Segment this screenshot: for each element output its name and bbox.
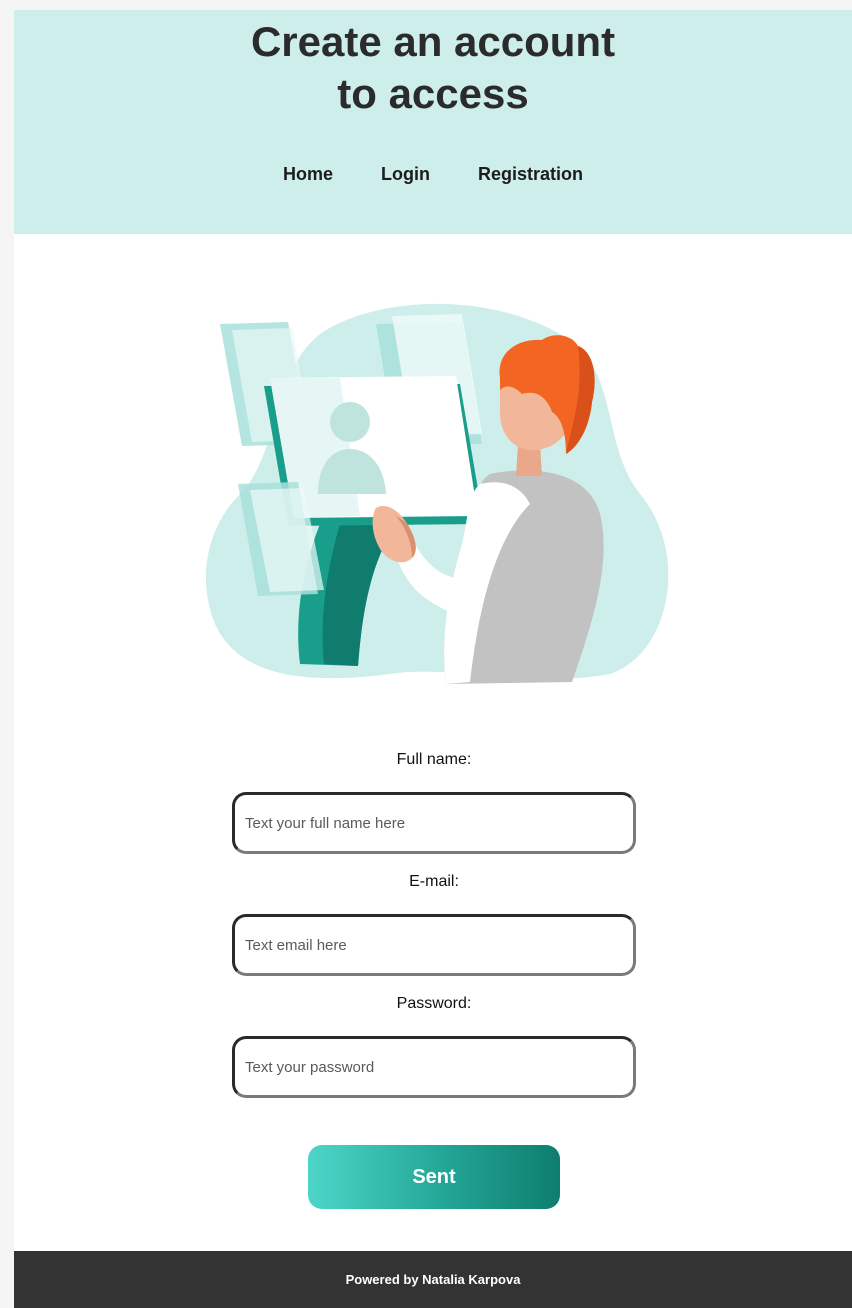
sent-button[interactable]: Sent xyxy=(308,1145,560,1209)
fullname-label: Full name: xyxy=(396,751,472,768)
main-nav: Home Login Registration xyxy=(14,160,852,188)
person-at-kiosk-illustration xyxy=(205,303,669,684)
site-footer: Powered by Natalia Karpova xyxy=(14,1251,852,1308)
email-label: E-mail: xyxy=(409,873,459,890)
nav-link-login[interactable]: Login xyxy=(381,160,430,188)
fullname-input[interactable] xyxy=(232,792,636,854)
registration-form: Full name: E-mail: Password: xyxy=(232,750,636,1116)
password-input[interactable] xyxy=(232,1036,636,1098)
page-title: Create an account to access xyxy=(250,18,616,117)
screen-avatar-head xyxy=(330,402,370,442)
page: Create an account to access Home Login R… xyxy=(14,10,852,1308)
password-label: Password: xyxy=(396,995,472,1012)
footer-credit: Powered by Natalia Karpova xyxy=(345,1272,521,1287)
nav-link-registration[interactable]: Registration xyxy=(478,160,583,188)
email-input[interactable] xyxy=(232,914,636,976)
site-header: Create an account to access Home Login R… xyxy=(14,10,852,234)
nav-link-home[interactable]: Home xyxy=(283,160,333,188)
